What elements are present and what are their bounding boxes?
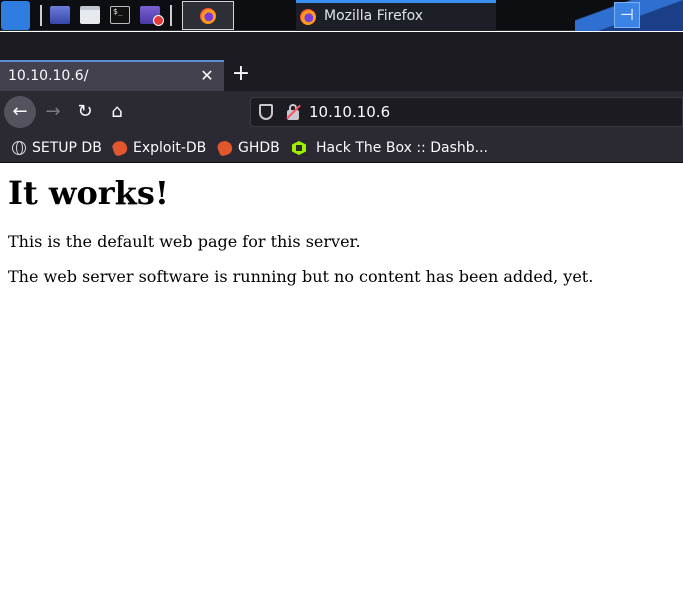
taskbar-window-button[interactable]: Mozilla Firefox <box>296 0 496 31</box>
page-content: It works! This is the default web page f… <box>0 164 683 595</box>
forward-button[interactable]: → <box>37 96 69 128</box>
bookmark-label: Exploit-DB <box>133 140 207 156</box>
bookmark-label: GHDB <box>238 140 280 156</box>
terminal-icon[interactable] <box>110 6 130 24</box>
page-paragraph: The web server software is running but n… <box>8 267 594 286</box>
tracking-protection-shield-icon[interactable] <box>259 104 273 120</box>
reload-button[interactable]: ↻ <box>69 96 101 128</box>
insecure-connection-lock-icon[interactable] <box>286 104 301 120</box>
firefox-icon <box>200 8 216 24</box>
hack-the-box-icon <box>292 141 306 155</box>
url-text[interactable]: 10.10.10.6 <box>309 103 390 121</box>
browser-titlebar <box>0 32 683 60</box>
tab-active[interactable]: 10.10.10.6/ ✕ <box>0 60 224 91</box>
tab-title: 10.10.10.6/ <box>8 68 89 84</box>
show-desktop-icon[interactable] <box>50 6 70 24</box>
bookmarks-toolbar: SETUP DB Exploit-DB GHDB Hack The Box ::… <box>0 132 683 163</box>
tray-button[interactable]: ⊣ <box>614 2 640 28</box>
bookmark-label: Hack The Box :: Dashb... <box>316 140 488 156</box>
exploit-db-icon <box>111 139 129 157</box>
bookmark-label: SETUP DB <box>32 140 102 156</box>
navigation-toolbar: ← → ↻ ⌂ 10.10.10.6 <box>0 91 683 132</box>
kali-menu-icon[interactable] <box>1 1 30 30</box>
window-title: Mozilla Firefox <box>324 8 424 24</box>
taskbar-separator <box>170 5 172 26</box>
globe-icon <box>12 141 26 155</box>
url-bar[interactable]: 10.10.10.6 <box>250 97 683 127</box>
file-manager-icon[interactable] <box>80 6 100 24</box>
page-paragraph: This is the default web page for this se… <box>8 232 361 251</box>
taskbar-firefox-button[interactable] <box>182 1 234 30</box>
tab-strip: 10.10.10.6/ ✕ + <box>0 60 683 91</box>
back-button[interactable]: ← <box>4 96 36 128</box>
taskbar: Mozilla Firefox ⊣ <box>0 0 683 31</box>
ghdb-icon <box>216 139 234 157</box>
record-indicator-icon <box>153 15 164 26</box>
new-tab-button[interactable]: + <box>229 63 253 87</box>
firefox-icon <box>300 9 316 25</box>
page-heading: It works! <box>8 174 169 212</box>
taskbar-separator <box>40 5 42 26</box>
home-button[interactable]: ⌂ <box>101 96 133 128</box>
close-tab-icon[interactable]: ✕ <box>198 66 216 86</box>
